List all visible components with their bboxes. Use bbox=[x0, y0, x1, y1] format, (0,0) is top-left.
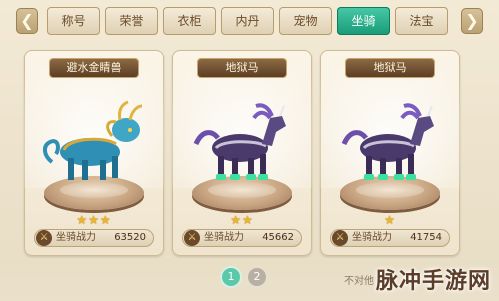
mount-name: 地狱马 bbox=[346, 59, 434, 77]
star-rating: ★ bbox=[384, 213, 396, 227]
page-dot-1[interactable]: 1 bbox=[222, 268, 240, 286]
power-bar: ⚔ 坐骑战力 45662 bbox=[182, 229, 302, 247]
mount-name: 避水金睛兽 bbox=[50, 59, 138, 77]
hell-horse-mount-icon bbox=[341, 103, 434, 180]
qilin-mount-icon bbox=[43, 100, 143, 180]
power-icon: ⚔ bbox=[184, 230, 200, 246]
power-bar: ⚔ 坐骑战力 41754 bbox=[330, 229, 450, 247]
tab-list: 称号 荣誉 衣柜 内丹 宠物 坐骑 法宝 bbox=[47, 7, 454, 35]
power-value: 45662 bbox=[262, 232, 294, 243]
mount-card[interactable]: 避水金睛兽 ★★★ ⚔ 坐骑战力 63520 bbox=[24, 50, 164, 256]
tab-treasure[interactable]: 法宝 bbox=[395, 7, 448, 35]
tab-pet[interactable]: 宠物 bbox=[279, 7, 332, 35]
power-value: 63520 bbox=[114, 232, 146, 243]
power-label: 坐骑战力 bbox=[56, 232, 96, 243]
hint-text: 不对他 bbox=[344, 276, 374, 287]
page-indicator: 1 2 bbox=[222, 268, 272, 288]
power-icon: ⚔ bbox=[36, 230, 52, 246]
power-value: 41754 bbox=[410, 232, 442, 243]
power-icon: ⚔ bbox=[332, 230, 348, 246]
chevron-left-icon[interactable]: ❮ bbox=[16, 8, 38, 34]
chevron-right-icon[interactable]: ❯ bbox=[461, 8, 483, 34]
tab-wardrobe[interactable]: 衣柜 bbox=[163, 7, 216, 35]
power-label: 坐骑战力 bbox=[204, 232, 244, 243]
page-dot-2[interactable]: 2 bbox=[248, 268, 266, 286]
tab-bar: ❮ 称号 荣誉 衣柜 内丹 宠物 坐骑 法宝 ❯ bbox=[10, 4, 489, 38]
star-rating: ★★★ bbox=[76, 213, 112, 227]
mount-card[interactable]: 地狱马 ★★ ⚔ 坐骑战力 45662 bbox=[172, 50, 312, 256]
star-rating: ★★ bbox=[230, 213, 254, 227]
power-bar: ⚔ 坐骑战力 63520 bbox=[34, 229, 154, 247]
hell-horse-mount-icon bbox=[193, 103, 286, 180]
tab-honor[interactable]: 荣誉 bbox=[105, 7, 158, 35]
mount-card[interactable]: 地狱马 ★ ⚔ 坐骑战力 41754 bbox=[320, 50, 460, 256]
watermark: 脉冲手游网 bbox=[376, 269, 492, 294]
tab-mount[interactable]: 坐骑 bbox=[337, 7, 390, 35]
tab-inner-pill[interactable]: 内丹 bbox=[221, 7, 274, 35]
power-label: 坐骑战力 bbox=[352, 232, 392, 243]
tab-title[interactable]: 称号 bbox=[47, 7, 100, 35]
mount-name: 地狱马 bbox=[198, 59, 286, 77]
